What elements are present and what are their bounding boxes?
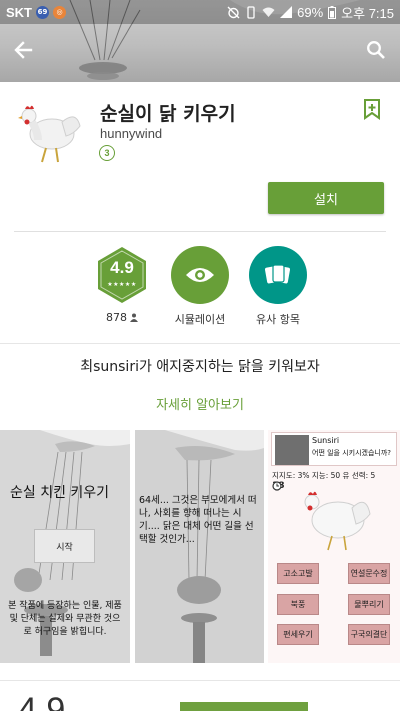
rating-value: 4.9 [110,258,134,277]
screenshot-3-question: 어떤 일을 시키시겠습니까? [312,449,392,457]
star-icons: ★★★★★ [107,281,137,288]
rating-distribution-bar [180,702,308,711]
screenshot-3-dialog: Sunsiri 어떤 일을 시키시겠습니까? [271,432,397,466]
screenshot-3-name: Sunsiri [312,436,340,445]
screenshot-2[interactable]: 64세... 그것은 부모에게서 떠나, 사회를 향해 떠나는 시기.... 닭… [135,430,264,663]
category-label: 시뮬레이션 [174,313,226,326]
battery-percent: 69% [297,4,324,20]
reviews-rating-value: 4.9 [18,691,66,711]
notification-app-icon: ◎ [53,5,66,19]
screenshot-1-disclaimer: 본 작품에 등장하는 인물, 제품 및 단체는 실제와 무관한 것으로 허구임을… [8,601,122,637]
app-icon [18,105,81,163]
person-icon [130,313,138,322]
clock: 오후 7:15 [341,5,394,21]
back-button[interactable] [9,36,37,64]
header-banner: SKT 69 ◎ 69% 오후 7:15 [0,0,400,82]
age-rating-badge: 3 [99,145,115,161]
screenshot-1-start-label: 시작 [34,529,95,563]
screenshot-3-stats: 지지도: 3% 지능: 50 유 선력: 5 [272,471,376,480]
search-icon [367,41,385,59]
alarm-off-icon [227,6,240,18]
app-title: 순실이 닭 키우기 [100,103,236,125]
clock-icon [272,481,282,491]
install-button[interactable]: 설치 [268,182,384,214]
read-more-link[interactable]: 자세히 알아보기 [0,394,400,413]
divider [0,343,400,344]
app-tagline: 최sunsiri가 애지중지하는 닭을 키워보자 [80,359,320,375]
screenshot-3-button: 고소고발 [277,563,319,584]
eye-icon [186,268,214,282]
screenshot-1-title: 순실 치킨 키우기 [10,485,110,501]
screenshot-3-button: 편세우기 [277,624,319,645]
screenshot-3-button: 연설문수정 [348,563,390,584]
screenshot-3-button: 구국의결단 [348,624,390,645]
notification-badge: 69 [36,5,49,19]
developer-link[interactable]: hunnywind [100,126,162,141]
cards-icon [265,264,290,284]
arrow-left-icon [14,41,33,59]
screenshot-3[interactable]: Sunsiri 어떤 일을 시키시겠습니까? 지지도: 3% 지능: 50 유 … [268,430,400,663]
category-badge[interactable]: 시뮬레이션 [160,246,240,327]
screenshot-2-story: 64세... 그것은 부모에게서 떠나, 사회를 향해 떠나는 시기.... 닭… [139,495,257,545]
battery-icon [328,5,337,19]
screenshot-3-avatar [275,435,309,465]
signal-icon [280,6,293,18]
carrier-label: SKT [6,4,32,20]
bookmark-add-icon [364,99,380,120]
similar-label: 유사 항목 [256,313,300,326]
status-bar: SKT 69 ◎ 69% 오후 7:15 [0,0,400,24]
screenshot-3-timer: 18 [272,481,285,491]
screenshot-3-button: 물뿌리기 [348,594,390,615]
vibrate-icon [247,5,255,19]
screenshot-1[interactable]: 순실 치킨 키우기 시작 본 작품에 등장하는 인물, 제품 및 단체는 실제와… [0,430,130,663]
divider [0,680,400,681]
rating-badge[interactable]: 4.9 ★★★★★ 878 [82,246,162,324]
screenshot-2-artwork [165,430,264,663]
review-count: 878 [106,311,127,324]
divider [14,231,386,232]
wishlist-button[interactable] [362,98,382,120]
search-button[interactable] [362,36,390,64]
similar-apps-badge[interactable]: 유사 항목 [238,246,318,327]
screenshot-3-button: 북풍 [277,594,319,615]
wifi-icon [262,7,275,17]
